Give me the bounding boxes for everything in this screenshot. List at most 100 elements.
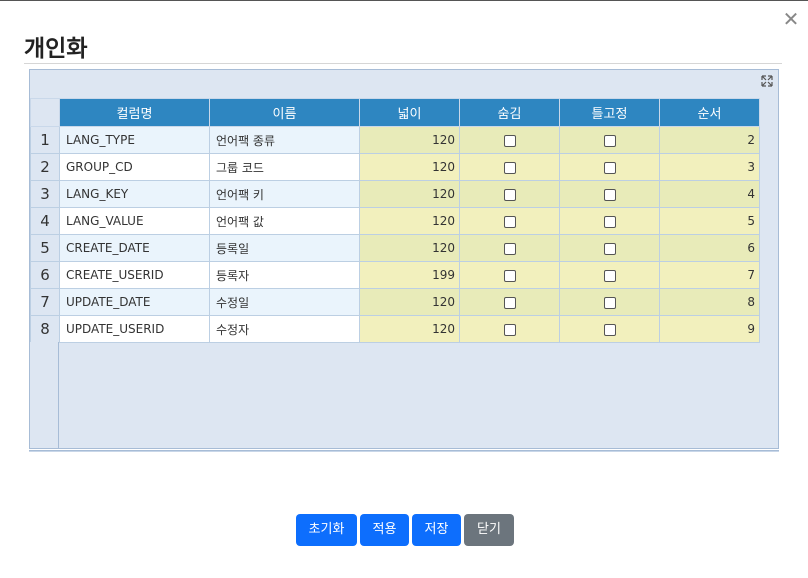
cell-column-name[interactable]: LANG_VALUE: [59, 207, 210, 235]
cell-name[interactable]: 등록일: [209, 234, 360, 262]
hidden-checkbox[interactable]: [503, 323, 516, 336]
hidden-checkbox[interactable]: [503, 242, 516, 255]
frozen-checkbox[interactable]: [603, 188, 616, 201]
cell-width[interactable]: 120: [359, 126, 460, 154]
cell-frozen: [559, 234, 660, 262]
hidden-checkbox[interactable]: [503, 161, 516, 174]
cell-width[interactable]: 120: [359, 153, 460, 181]
row-number: 6: [30, 261, 60, 289]
table-row: 7 UPDATE_DATE 수정일 120 8: [30, 288, 760, 316]
row-number: 7: [30, 288, 60, 316]
cell-column-name[interactable]: LANG_TYPE: [59, 126, 210, 154]
cell-column-name[interactable]: CREATE_USERID: [59, 261, 210, 289]
cell-width[interactable]: 120: [359, 288, 460, 316]
cell-hidden: [459, 153, 560, 181]
cell-frozen: [559, 126, 660, 154]
personalization-grid: 컬럼명 이름 넓이 숨김 틀고정 순서 1 LANG_TYPE 언어팩 종류 1…: [29, 69, 779, 449]
cell-hidden: [459, 180, 560, 208]
grid-table: 컬럼명 이름 넓이 숨김 틀고정 순서 1 LANG_TYPE 언어팩 종류 1…: [30, 98, 760, 343]
cell-order[interactable]: 9: [659, 315, 760, 343]
column-header-name[interactable]: 이름: [209, 98, 360, 127]
cell-order[interactable]: 4: [659, 180, 760, 208]
frozen-checkbox[interactable]: [603, 215, 616, 228]
cell-name[interactable]: 언어팩 종류: [209, 126, 360, 154]
apply-button[interactable]: 적용: [360, 514, 409, 546]
frozen-checkbox[interactable]: [603, 134, 616, 147]
frozen-checkbox[interactable]: [603, 323, 616, 336]
cell-name[interactable]: 언어팩 값: [209, 207, 360, 235]
close-icon[interactable]: ✕: [780, 8, 802, 30]
cell-hidden: [459, 207, 560, 235]
cell-frozen: [559, 261, 660, 289]
title-divider: [24, 63, 782, 64]
cell-hidden: [459, 126, 560, 154]
cell-frozen: [559, 315, 660, 343]
row-number: 2: [30, 153, 60, 181]
grid-corner-cell: [30, 98, 60, 127]
hidden-checkbox[interactable]: [503, 134, 516, 147]
table-row: 8 UPDATE_USERID 수정자 120 9: [30, 315, 760, 343]
hidden-checkbox[interactable]: [503, 188, 516, 201]
hidden-checkbox[interactable]: [503, 296, 516, 309]
cell-column-name[interactable]: GROUP_CD: [59, 153, 210, 181]
cell-width[interactable]: 199: [359, 261, 460, 289]
cell-width[interactable]: 120: [359, 180, 460, 208]
cell-column-name[interactable]: UPDATE_USERID: [59, 315, 210, 343]
table-row: 1 LANG_TYPE 언어팩 종류 120 2: [30, 126, 760, 154]
grid-header-row: 컬럼명 이름 넓이 숨김 틀고정 순서: [30, 98, 760, 127]
table-row: 5 CREATE_DATE 등록일 120 6: [30, 234, 760, 262]
cell-order[interactable]: 6: [659, 234, 760, 262]
cell-name[interactable]: 수정일: [209, 288, 360, 316]
column-header-order[interactable]: 순서: [659, 98, 760, 127]
cell-hidden: [459, 315, 560, 343]
hidden-checkbox[interactable]: [503, 269, 516, 282]
cell-name[interactable]: 언어팩 키: [209, 180, 360, 208]
row-number: 5: [30, 234, 60, 262]
cell-order[interactable]: 7: [659, 261, 760, 289]
frozen-checkbox[interactable]: [603, 161, 616, 174]
cell-width[interactable]: 120: [359, 234, 460, 262]
cell-column-name[interactable]: LANG_KEY: [59, 180, 210, 208]
dialog-title: 개인화: [24, 36, 88, 62]
cell-name[interactable]: 수정자: [209, 315, 360, 343]
row-number: 8: [30, 315, 60, 343]
cell-column-name[interactable]: CREATE_DATE: [59, 234, 210, 262]
cell-order[interactable]: 3: [659, 153, 760, 181]
cell-hidden: [459, 234, 560, 262]
row-number: 3: [30, 180, 60, 208]
grid-bottom-divider: [29, 450, 779, 452]
cell-hidden: [459, 261, 560, 289]
table-row: 6 CREATE_USERID 등록자 199 7: [30, 261, 760, 289]
table-row: 4 LANG_VALUE 언어팩 값 120 5: [30, 207, 760, 235]
cell-frozen: [559, 288, 660, 316]
dialog-button-bar: 초기화 적용 저장 닫기: [296, 514, 514, 546]
row-number: 4: [30, 207, 60, 235]
table-row: 3 LANG_KEY 언어팩 키 120 4: [30, 180, 760, 208]
column-header-hidden[interactable]: 숨김: [459, 98, 560, 127]
cell-order[interactable]: 8: [659, 288, 760, 316]
table-row: 2 GROUP_CD 그룹 코드 120 3: [30, 153, 760, 181]
cell-hidden: [459, 288, 560, 316]
cell-order[interactable]: 2: [659, 126, 760, 154]
cell-name[interactable]: 그룹 코드: [209, 153, 360, 181]
column-header-column-name[interactable]: 컬럼명: [59, 98, 210, 127]
cell-frozen: [559, 207, 660, 235]
cell-frozen: [559, 180, 660, 208]
expand-icon[interactable]: [760, 74, 774, 88]
cell-name[interactable]: 등록자: [209, 261, 360, 289]
close-button[interactable]: 닫기: [464, 514, 514, 546]
frozen-checkbox[interactable]: [603, 242, 616, 255]
cell-order[interactable]: 5: [659, 207, 760, 235]
cell-frozen: [559, 153, 660, 181]
row-number-gutter: [30, 342, 59, 448]
cell-column-name[interactable]: UPDATE_DATE: [59, 288, 210, 316]
frozen-checkbox[interactable]: [603, 296, 616, 309]
hidden-checkbox[interactable]: [503, 215, 516, 228]
column-header-frozen[interactable]: 틀고정: [559, 98, 660, 127]
reset-button[interactable]: 초기화: [296, 514, 357, 546]
cell-width[interactable]: 120: [359, 207, 460, 235]
cell-width[interactable]: 120: [359, 315, 460, 343]
frozen-checkbox[interactable]: [603, 269, 616, 282]
column-header-width[interactable]: 넓이: [359, 98, 460, 127]
save-button[interactable]: 저장: [412, 514, 461, 546]
